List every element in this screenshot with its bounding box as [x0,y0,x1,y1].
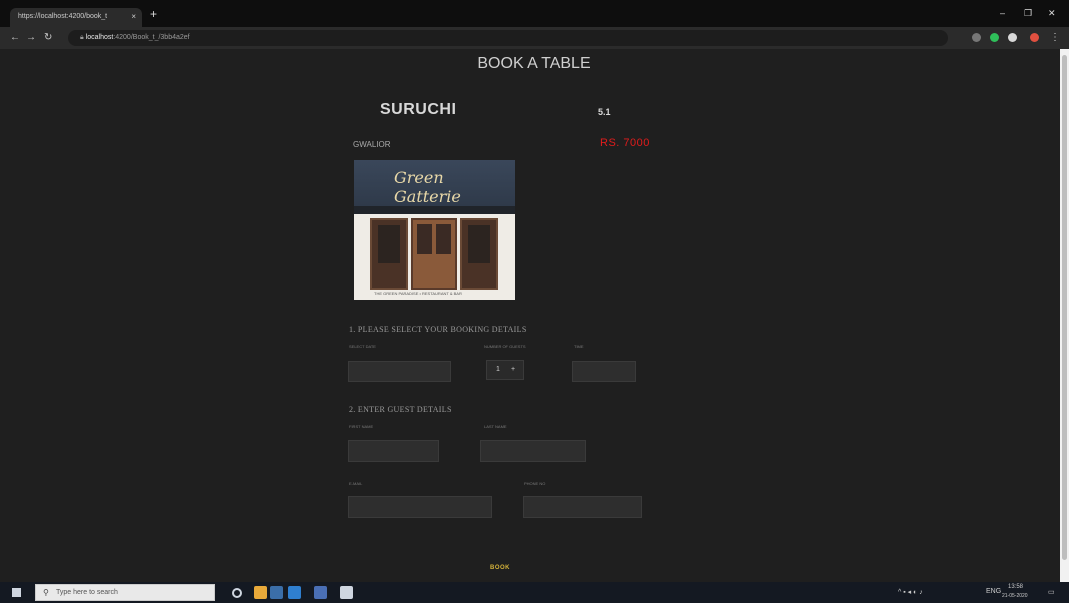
notification-icon[interactable]: ▭ [1048,588,1055,596]
time-input[interactable] [572,361,636,382]
restaurant-name: SURUCHI [380,101,457,118]
search-icon: ⚲ [43,588,49,597]
photo-door [411,218,457,290]
phone-input[interactable] [523,496,642,518]
photo-awning [354,206,515,214]
back-arrow-icon[interactable]: ← [10,32,20,43]
reload-icon[interactable]: ↻ [44,32,52,43]
close-window-button[interactable]: ✕ [1048,8,1056,19]
email-input[interactable] [348,496,492,518]
profile-avatar[interactable] [1030,33,1039,42]
tab-close-icon[interactable]: × [131,12,136,21]
extension-icon-2[interactable] [1008,33,1017,42]
book-button[interactable]: BOOK [490,565,510,571]
phone-label: PHONE NO [524,481,546,486]
windows-start-icon[interactable] [12,588,21,597]
taskbar-search-placeholder: Type here to search [56,589,118,596]
photo-caption: THE GREEN PARADISE • RESTAURANT & BAR [374,291,462,296]
browser-toolbar: ← → ↻ 🔒︎ localhost:4200/Book_t_/3bb4a2ef… [0,27,1069,49]
file-explorer-icon[interactable] [254,586,267,599]
first-name-input[interactable] [348,440,439,462]
maximize-button[interactable]: ❐ [1024,8,1032,19]
guest-details-heading: 2. ENTER GUEST DETAILS [349,405,452,414]
minimize-button[interactable]: – [1000,8,1005,18]
booking-page: BOOK A TABLE SURUCHI 5.1 GWALIOR RS. 700… [8,49,1060,582]
vscode-icon[interactable] [314,586,327,599]
guests-label: NUMBER OF GUESTS [484,344,526,349]
photo-window-left [370,218,408,290]
first-name-label: FIRST NAME [349,424,374,429]
chrome-icon[interactable] [270,586,283,599]
app-icon[interactable] [288,586,301,599]
forward-arrow-icon[interactable]: → [26,32,36,43]
guests-value: 1 [496,366,500,373]
select-date-label: SELECT DATE [349,344,376,349]
taskbar-search-box[interactable]: ⚲ Type here to search [35,584,215,601]
tab-title: https://localhost:4200/book_t [18,13,108,20]
menu-icon[interactable]: ⋮ [1050,32,1060,43]
guests-stepper[interactable]: 1 + [486,360,524,380]
new-tab-button[interactable]: + [150,7,157,21]
page-title: BOOK A TABLE [477,55,591,72]
restaurant-price: RS. 7000 [600,137,650,149]
guests-increment-button[interactable]: + [511,366,515,373]
photo-sign: Green Gatterie [354,160,515,206]
store-icon[interactable] [340,586,353,599]
restaurant-rating: 5.1 [598,107,611,117]
photo-window-right [460,218,498,290]
email-label: E-MAIL [349,481,363,486]
clock-date[interactable]: 21-05-2020 [1002,593,1028,599]
last-name-input[interactable] [480,440,586,462]
star-icon[interactable] [972,33,981,42]
date-input[interactable] [348,361,451,382]
clock-time[interactable]: 13:58 [1008,584,1023,590]
cortana-icon[interactable] [232,588,242,598]
url-host: localhost [85,34,114,41]
photo-sign-text: Green Gatterie [394,168,461,206]
browser-tab-bar: https://localhost:4200/book_t × + – ❐ ✕ [0,0,1069,27]
last-name-label: LAST NAME [484,424,507,429]
url-path: :4200/Book_t_/3bb4a2ef [113,34,190,41]
time-label: TIME [574,344,584,349]
tray-icons[interactable]: ^ ▪ ◂ ◐ ♪ [898,588,923,596]
browser-tab[interactable]: https://localhost:4200/book_t × [10,8,142,27]
language-indicator[interactable]: ENG [986,588,1001,595]
booking-details-heading: 1. PLEASE SELECT YOUR BOOKING DETAILS [349,325,527,334]
address-bar[interactable]: 🔒︎ localhost:4200/Book_t_/3bb4a2ef [68,30,948,46]
restaurant-location: GWALIOR [353,140,391,149]
scrollbar-thumb[interactable] [1062,55,1067,560]
restaurant-photo: Green Gatterie THE GREEN PARADISE • REST… [354,160,515,300]
extension-icon[interactable] [990,33,999,42]
windows-taskbar: ⚲ Type here to search ^ ▪ ◂ ◐ ♪ ENG 13:5… [0,582,1069,603]
